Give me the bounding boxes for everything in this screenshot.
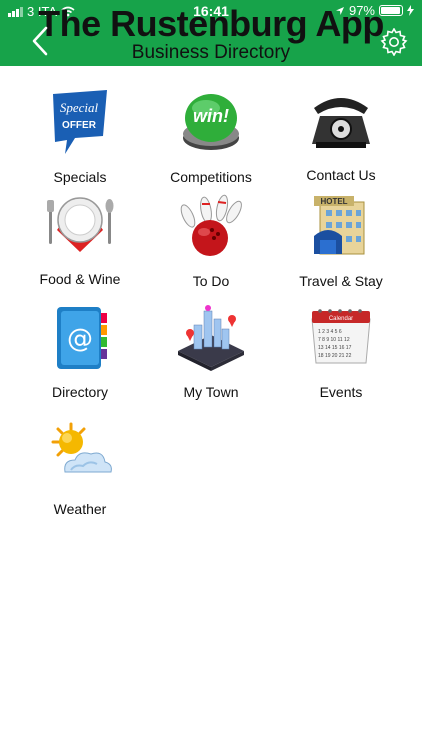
bowling-icon [180, 194, 242, 256]
menu-label: Weather [53, 501, 107, 517]
svg-text:win!: win! [193, 106, 229, 126]
calendar-icon: Calendar 1 2 3 4 5 6 7 8 9 10 11 12 13 1… [311, 309, 371, 364]
menu-tile-my-town[interactable]: My Town [141, 303, 281, 400]
telephone-icon [312, 98, 370, 148]
menu-label: Directory [51, 384, 108, 400]
menu-label: Travel & Stay [299, 273, 383, 289]
settings-gear-icon[interactable] [380, 28, 408, 56]
menu-tile-contact-us[interactable]: Contact Us [271, 86, 411, 183]
menu-label: Food & Wine [39, 271, 121, 287]
hotel-icon: HOTEL [314, 196, 365, 255]
menu-tile-weather[interactable]: Weather [10, 420, 150, 517]
back-chevron-icon[interactable] [26, 24, 56, 58]
menu-label: Events [319, 384, 363, 400]
svg-text:HOTEL: HOTEL [320, 197, 347, 206]
menu-tile-events[interactable]: Calendar 1 2 3 4 5 6 7 8 9 10 11 12 13 1… [271, 303, 411, 400]
city-map-icon [178, 305, 244, 371]
menu-tile-competitions[interactable]: win! Competitions [141, 88, 281, 185]
menu-tile-to-do[interactable]: To Do [141, 192, 281, 289]
app-header: 3 ITA 16:41 97% The Rustenburg App Busin… [0, 0, 422, 66]
special-offer-icon: Special OFFER [53, 90, 107, 154]
svg-text:18 19 20 21 22: 18 19 20 21 22 [318, 353, 352, 359]
weather-icon [51, 422, 112, 473]
svg-text:@: @ [67, 324, 93, 354]
menu-tile-specials[interactable]: Special OFFER Specials [10, 88, 150, 185]
svg-text:Calendar: Calendar [329, 316, 353, 322]
menu-label: My Town [183, 384, 239, 400]
menu-tile-directory[interactable]: @ Directory [10, 303, 150, 400]
menu-tile-travel-stay[interactable]: HOTEL Travel & Stay [271, 192, 411, 289]
svg-text:7 8 9 10 11 12: 7 8 9 10 11 12 [318, 337, 350, 343]
menu-label: Competitions [170, 169, 252, 185]
menu-label: Contact Us [306, 167, 376, 183]
svg-text:13 14 15 16 17: 13 14 15 16 17 [318, 345, 352, 351]
app-title: The Rustenburg App [38, 3, 384, 44]
svg-text:1 2 3 4 5 6: 1 2 3 4 5 6 [318, 329, 342, 335]
menu-label: To Do [192, 273, 230, 289]
menu-label: Specials [53, 169, 107, 185]
win-button-icon: win! [183, 94, 239, 150]
menu-tile-food-wine[interactable]: Food & Wine [10, 190, 150, 287]
app-subtitle: Business Directory [131, 42, 291, 63]
svg-text:OFFER: OFFER [62, 120, 97, 131]
svg-text:Special: Special [60, 100, 99, 115]
address-book-icon: @ [57, 307, 107, 369]
plate-cutlery-icon [47, 197, 114, 252]
